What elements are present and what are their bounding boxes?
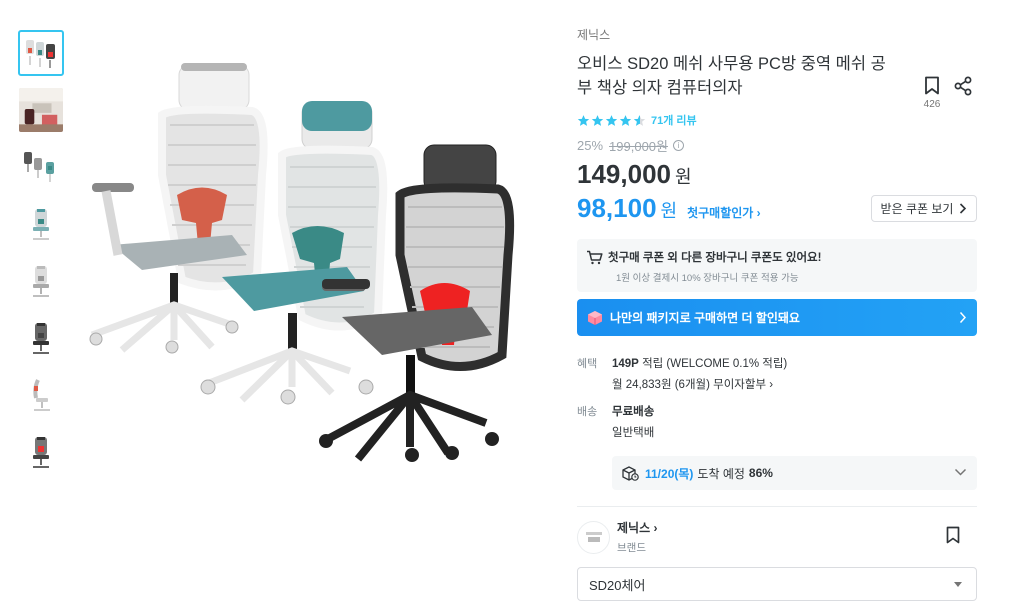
thumbnail-multi-angle[interactable] bbox=[18, 144, 64, 190]
section-divider bbox=[577, 506, 977, 507]
first-purchase-discount-link[interactable]: 첫구매할인가 › bbox=[687, 204, 761, 221]
chevron-right-icon bbox=[959, 311, 967, 324]
brand-logo[interactable] bbox=[577, 520, 610, 554]
thumbnail-black-chair[interactable] bbox=[18, 315, 64, 361]
shipping-label: 배송 bbox=[577, 406, 598, 418]
chevron-down-icon bbox=[954, 468, 967, 476]
half-star-icon bbox=[633, 114, 646, 126]
chevron-right-icon bbox=[960, 203, 967, 214]
package-banner[interactable]: 나만의 패키지로 구매하면 더 할인돼요 bbox=[577, 299, 977, 336]
thumbnail-lifestyle[interactable] bbox=[18, 87, 64, 133]
info-icon[interactable]: i bbox=[672, 140, 684, 151]
notice-title-row: 첫구매 쿠폰 외 다른 장바구니 쿠폰도 있어요! bbox=[586, 249, 968, 265]
sale-price-unit: 원 bbox=[674, 167, 692, 187]
delivery-box-icon bbox=[622, 465, 639, 481]
shipping-fee: 무료배송 bbox=[612, 406, 655, 418]
share-icon bbox=[954, 76, 972, 96]
rating-row[interactable]: 71개 리뷰 bbox=[577, 112, 977, 128]
bookmark-icon bbox=[925, 76, 939, 95]
shipping-type: 일반택배 bbox=[612, 427, 655, 439]
star-icon bbox=[619, 114, 632, 126]
brand-row: 제닉스 › 브랜드 bbox=[577, 520, 977, 554]
share-button[interactable] bbox=[953, 76, 973, 101]
title-row: 오비스 SD20 메쉬 사무용 PC방 중역 메쉬 공부 책상 의자 컴퓨터의자… bbox=[577, 52, 977, 110]
coupon-price-row: 98,100 원 첫구매할인가 › 받은 쿠폰 보기 bbox=[577, 193, 977, 227]
scrap-count: 426 bbox=[923, 99, 941, 110]
brand-bookmark-button[interactable] bbox=[945, 526, 961, 549]
thumbnail-side-chair[interactable] bbox=[18, 372, 64, 418]
notice-subtitle: 1원 이상 결제시 10% 장바구니 쿠폰 적용 가능 bbox=[616, 273, 799, 284]
discount-rate: 25% bbox=[577, 138, 604, 153]
thumbnail-list bbox=[18, 30, 66, 486]
benefit-label: 혜택 bbox=[577, 358, 598, 370]
eta-text: 도착 예정 bbox=[697, 466, 745, 481]
points-text: 적립 (WELCOME 0.1% 적립) bbox=[642, 358, 788, 370]
sale-price: 149,000 bbox=[577, 159, 671, 189]
option-select[interactable]: SD20체어 bbox=[577, 567, 977, 601]
original-price: 199,000원 bbox=[609, 139, 668, 154]
cart-coupon-notice: 첫구매 쿠폰 외 다른 장바구니 쿠폰도 있어요! 1원 이상 결제시 10% … bbox=[577, 239, 977, 292]
view-coupons-label: 받은 쿠폰 보기 bbox=[880, 202, 954, 216]
product-title: 오비스 SD20 메쉬 사무용 PC방 중역 메쉬 공부 책상 의자 컴퓨터의자 bbox=[577, 55, 886, 97]
coupon-price-unit: 원 bbox=[660, 201, 678, 221]
original-price-row: 25% 199,000원 i bbox=[577, 136, 977, 155]
notice-title: 첫구매 쿠폰 외 다른 장바구니 쿠폰도 있어요! bbox=[608, 252, 822, 264]
shipping-content: 무료배송 일반택배 bbox=[612, 402, 654, 444]
star-icon bbox=[591, 114, 604, 126]
eta-date: 11/20(목) bbox=[645, 466, 694, 481]
thumbnail-three-chairs[interactable] bbox=[18, 30, 64, 76]
white-chair-illustration bbox=[89, 63, 268, 354]
price-row: 149,000 원 bbox=[577, 159, 977, 190]
star-icon bbox=[605, 114, 618, 126]
view-coupons-button[interactable]: 받은 쿠폰 보기 bbox=[871, 195, 977, 222]
package-box-icon bbox=[588, 310, 602, 325]
benefit-content: 149P 적립 (WELCOME 0.1% 적립) 월 24,833원 (6개월… bbox=[612, 354, 787, 396]
brand-name-link[interactable]: 제닉스 › bbox=[617, 519, 657, 536]
caret-down-icon bbox=[954, 582, 962, 587]
scrap-button[interactable]: 426 bbox=[921, 76, 943, 110]
brand-label[interactable]: 제닉스 bbox=[577, 26, 977, 43]
shipping-section: 배송 무료배송 일반택배 bbox=[577, 402, 977, 444]
review-count-link[interactable]: 71개 리뷰 bbox=[651, 112, 697, 128]
delivery-eta-box[interactable]: 11/20(목) 도착 예정 86% bbox=[612, 456, 977, 490]
points-amount: 149P bbox=[612, 358, 639, 370]
star-icon bbox=[577, 114, 590, 126]
product-info-panel: 제닉스 오비스 SD20 메쉬 사무용 PC방 중역 메쉬 공부 책상 의자 컴… bbox=[577, 26, 977, 601]
points-line: 149P 적립 (WELCOME 0.1% 적립) bbox=[612, 354, 787, 375]
thumbnail-red-chair[interactable] bbox=[18, 429, 64, 475]
coupon-price: 98,100 bbox=[577, 193, 657, 223]
thumbnail-gray-chair[interactable] bbox=[18, 258, 64, 304]
bookmark-icon bbox=[946, 526, 960, 544]
star-rating bbox=[577, 114, 646, 127]
option-select-value: SD20체어 bbox=[589, 577, 646, 593]
thumbnail-teal-chair[interactable] bbox=[18, 201, 64, 247]
cart-icon bbox=[587, 250, 603, 264]
eta-percent: 86% bbox=[748, 466, 773, 480]
installment-link[interactable]: 월 24,833원 (6개월) 무이자할부 › bbox=[612, 375, 787, 396]
brand-subtitle: 브랜드 bbox=[617, 542, 646, 554]
package-banner-text: 나만의 패키지로 구매하면 더 할인돼요 bbox=[610, 311, 800, 325]
brand-info: 제닉스 › 브랜드 bbox=[617, 519, 657, 555]
benefit-section: 혜택 149P 적립 (WELCOME 0.1% 적립) 월 24,833원 (… bbox=[577, 354, 977, 396]
main-product-image[interactable] bbox=[82, 55, 522, 475]
